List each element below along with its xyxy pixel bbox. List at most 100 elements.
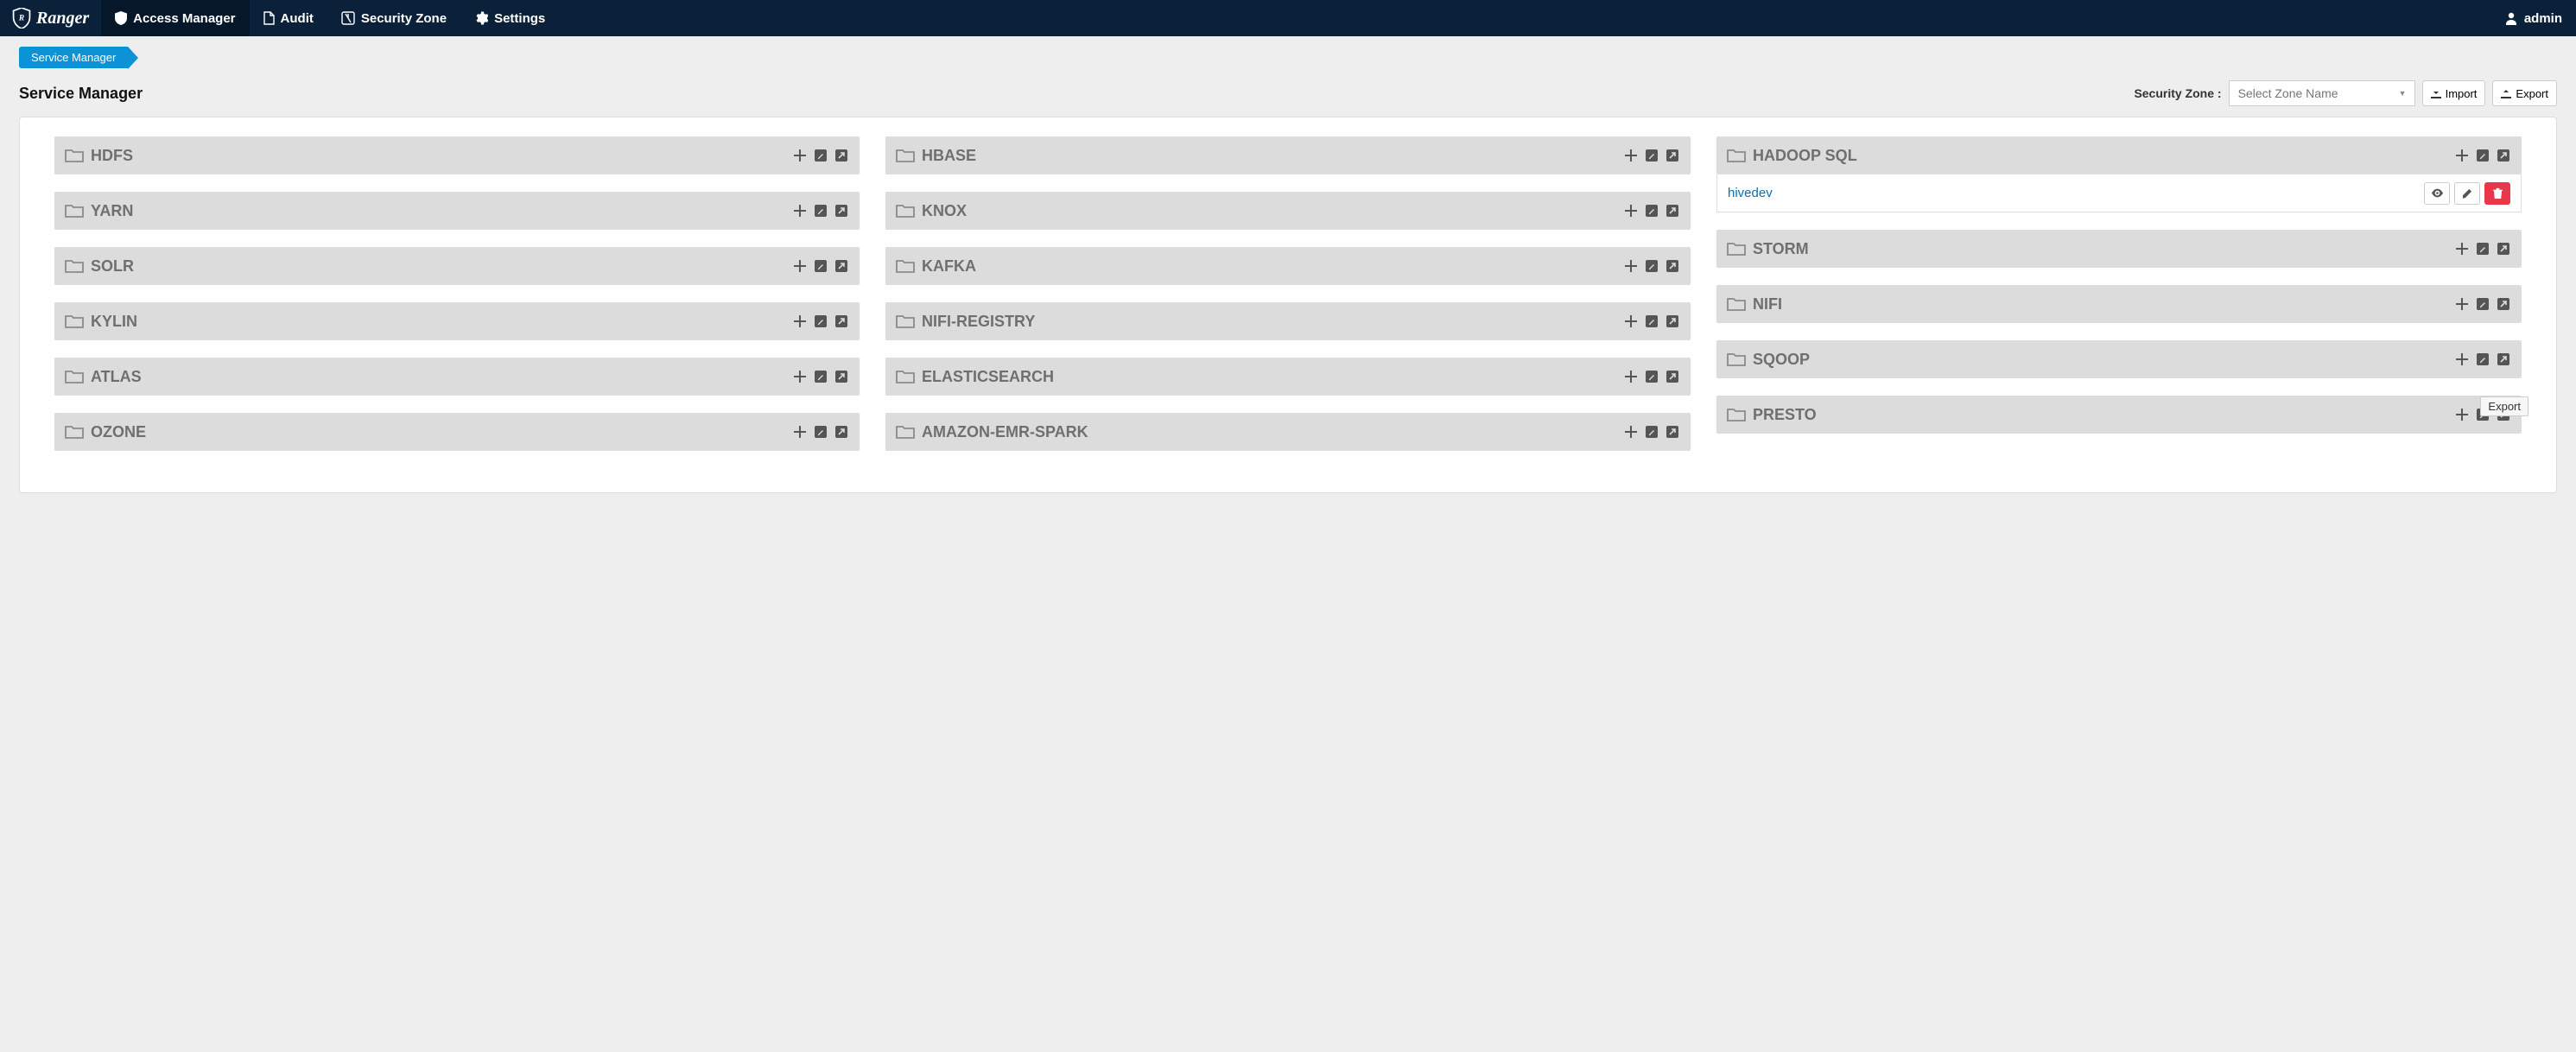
edit-service-icon[interactable] [813, 203, 828, 219]
export-service-icon[interactable] [834, 258, 849, 274]
folder-icon [65, 369, 84, 384]
add-service-icon[interactable] [792, 203, 808, 219]
edit-service-icon[interactable] [813, 258, 828, 274]
export-service-icon[interactable] [2496, 352, 2511, 367]
export-service-icon[interactable] [1665, 148, 1680, 163]
delete-instance-button[interactable] [2484, 182, 2510, 205]
folder-icon [896, 369, 915, 384]
service-header: OZONE [54, 413, 860, 451]
edit-service-icon[interactable] [2475, 148, 2490, 163]
service-name: ELASTICSEARCH [922, 368, 1623, 386]
service-header: HDFS [54, 136, 860, 174]
service-block: NIFI [1716, 285, 2522, 323]
nav-label: Settings [494, 11, 545, 26]
nav-security-zone[interactable]: Security Zone [327, 0, 460, 36]
service-block: OZONE [54, 413, 860, 451]
edit-service-icon[interactable] [813, 148, 828, 163]
service-name: AMAZON-EMR-SPARK [922, 423, 1623, 441]
edit-service-icon[interactable] [1644, 369, 1659, 384]
service-header: KYLIN [54, 302, 860, 340]
service-name: SOLR [91, 257, 792, 276]
service-column: HDFS YARN SOLR KYLIN ATLAS OZONE [54, 136, 860, 451]
nav-settings[interactable]: Settings [460, 0, 559, 36]
add-service-icon[interactable] [1623, 314, 1639, 329]
service-block: HBASE [885, 136, 1691, 174]
edit-service-icon[interactable] [1644, 203, 1659, 219]
add-service-icon[interactable] [792, 258, 808, 274]
service-name: HDFS [91, 147, 792, 165]
export-service-icon[interactable] [2496, 148, 2511, 163]
export-service-icon[interactable] [2496, 241, 2511, 257]
service-header: SOLR [54, 247, 860, 285]
add-service-icon[interactable] [1623, 424, 1639, 440]
add-service-icon[interactable] [1623, 369, 1639, 384]
add-service-icon[interactable] [2454, 407, 2470, 422]
export-button[interactable]: Export [2492, 80, 2557, 106]
service-header: ATLAS [54, 358, 860, 396]
add-service-icon[interactable] [2454, 241, 2470, 257]
folder-icon [896, 314, 915, 329]
service-instance-link[interactable]: hivedev [1728, 186, 1773, 200]
zone-icon [341, 11, 355, 25]
folder-icon [65, 258, 84, 274]
brand[interactable]: R Ranger [0, 0, 101, 36]
add-service-icon[interactable] [792, 369, 808, 384]
service-name: HADOOP SQL [1753, 147, 2454, 165]
view-instance-button[interactable] [2424, 182, 2450, 205]
nav-label: Security Zone [361, 11, 447, 26]
edit-service-icon[interactable] [2475, 296, 2490, 312]
export-service-icon[interactable] [1665, 258, 1680, 274]
edit-service-icon[interactable] [1644, 314, 1659, 329]
shield-icon [115, 11, 127, 25]
folder-icon [1727, 296, 1746, 312]
export-service-icon[interactable] [834, 203, 849, 219]
edit-instance-button[interactable] [2454, 182, 2480, 205]
folder-icon [1727, 241, 1746, 257]
export-service-icon[interactable] [834, 148, 849, 163]
service-block: NIFI-REGISTRY [885, 302, 1691, 340]
zone-select[interactable] [2229, 80, 2415, 106]
nav-access-manager[interactable]: Access Manager [101, 0, 249, 36]
folder-icon [65, 314, 84, 329]
edit-service-icon[interactable] [2475, 241, 2490, 257]
service-name: NIFI [1753, 295, 2454, 314]
add-service-icon[interactable] [2454, 148, 2470, 163]
edit-service-icon[interactable] [1644, 424, 1659, 440]
edit-service-icon[interactable] [2475, 352, 2490, 367]
export-service-icon[interactable] [1665, 203, 1680, 219]
service-block: HDFS [54, 136, 860, 174]
service-column: HADOOP SQLhivedevSTORMNIFISQOOPPRESTO [1716, 136, 2522, 434]
edit-service-icon[interactable] [1644, 258, 1659, 274]
import-button[interactable]: Import [2422, 80, 2486, 106]
service-header: AMAZON-EMR-SPARK [885, 413, 1691, 451]
service-block: YARN [54, 192, 860, 230]
service-header: KNOX [885, 192, 1691, 230]
add-service-icon[interactable] [2454, 296, 2470, 312]
add-service-icon[interactable] [792, 424, 808, 440]
export-service-icon[interactable] [834, 369, 849, 384]
export-service-icon[interactable] [1665, 369, 1680, 384]
nav-user[interactable]: admin [2490, 0, 2576, 36]
breadcrumb-chip[interactable]: Service Manager [19, 47, 128, 68]
export-service-icon[interactable] [2496, 296, 2511, 312]
edit-service-icon[interactable] [813, 314, 828, 329]
add-service-icon[interactable] [1623, 258, 1639, 274]
edit-service-icon[interactable] [813, 369, 828, 384]
export-service-icon[interactable] [1665, 314, 1680, 329]
service-name: YARN [91, 202, 792, 220]
add-service-icon[interactable] [792, 314, 808, 329]
add-service-icon[interactable] [1623, 148, 1639, 163]
service-header: NIFI-REGISTRY [885, 302, 1691, 340]
nav-audit[interactable]: Audit [250, 0, 327, 36]
export-service-icon[interactable] [834, 424, 849, 440]
service-instance-row: hivedev [1716, 174, 2522, 212]
export-service-icon[interactable] [1665, 424, 1680, 440]
add-service-icon[interactable] [1623, 203, 1639, 219]
edit-service-icon[interactable] [813, 424, 828, 440]
nav-label: Audit [281, 11, 314, 26]
service-header: HBASE [885, 136, 1691, 174]
add-service-icon[interactable] [2454, 352, 2470, 367]
edit-service-icon[interactable] [1644, 148, 1659, 163]
add-service-icon[interactable] [792, 148, 808, 163]
export-service-icon[interactable] [834, 314, 849, 329]
